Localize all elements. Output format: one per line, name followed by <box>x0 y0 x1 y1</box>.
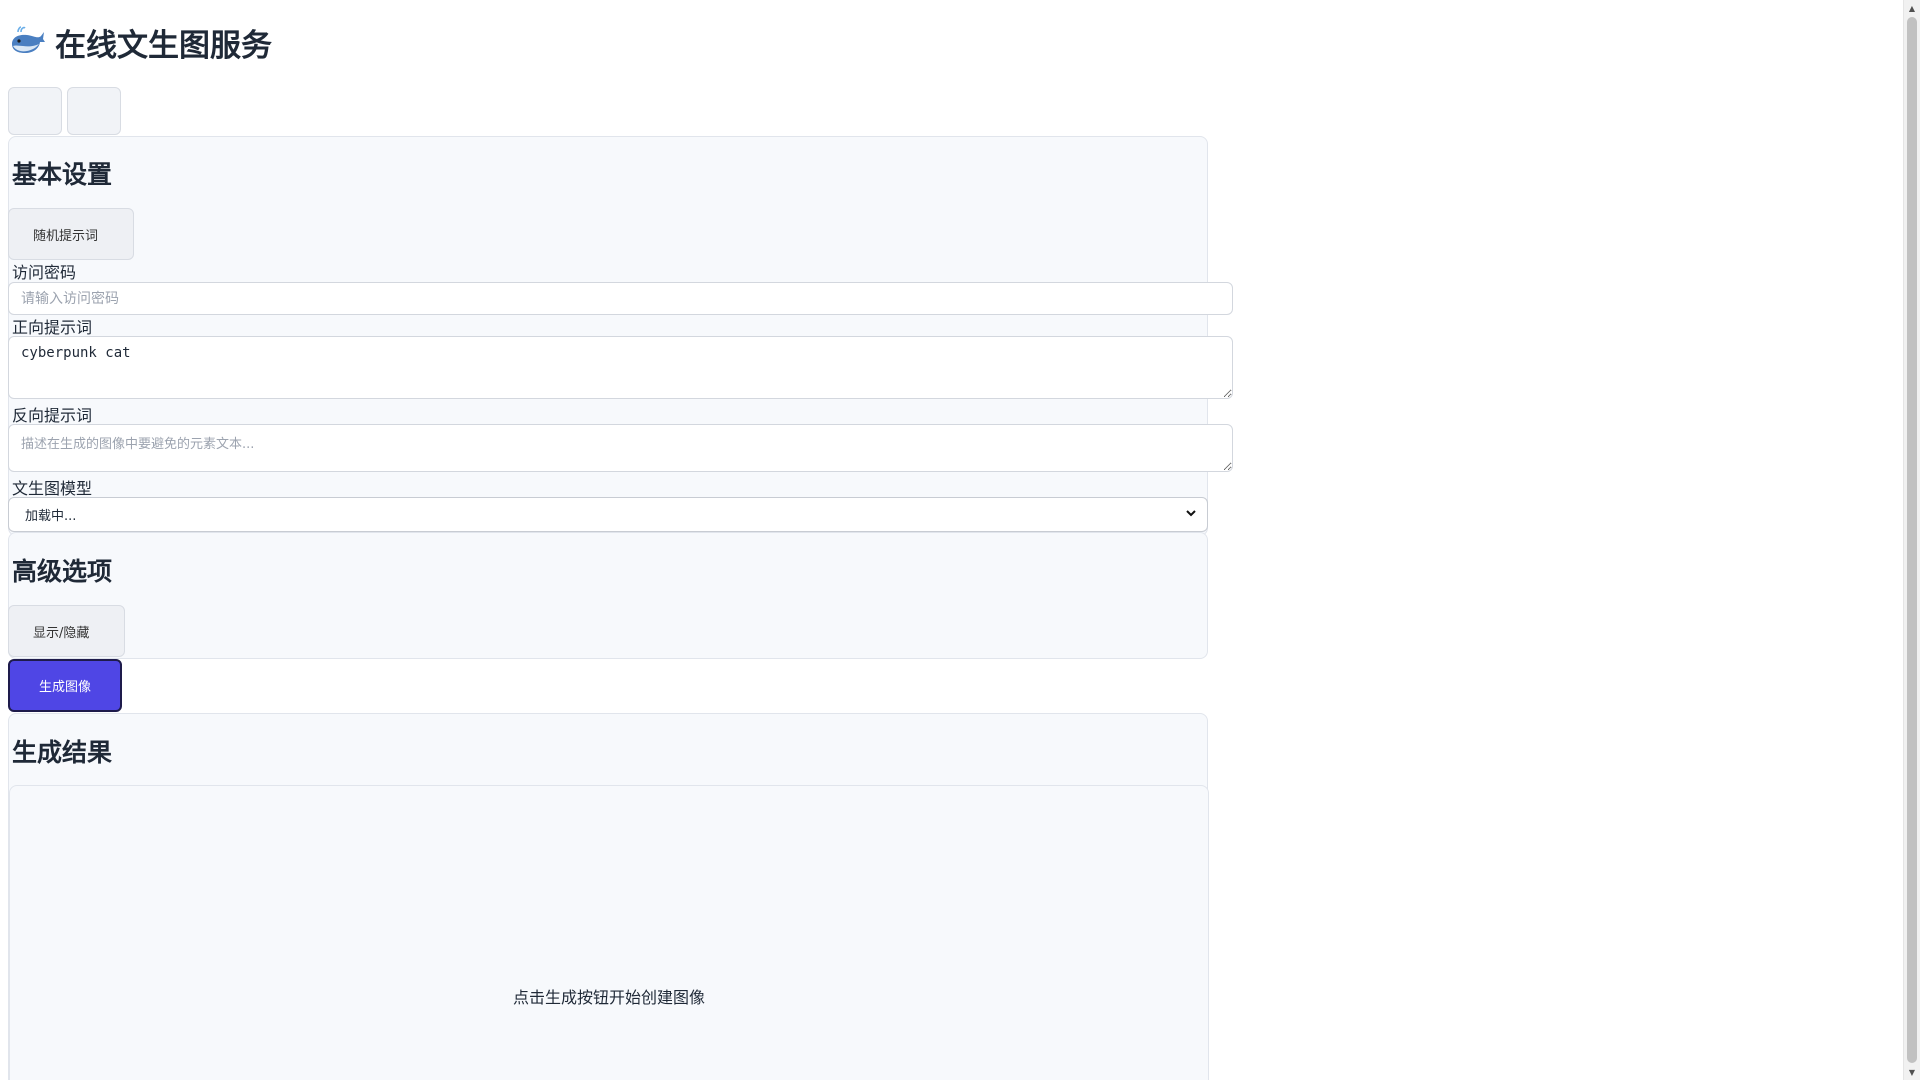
basic-settings-title-text: 基本设置 <box>12 160 113 189</box>
model-select[interactable]: 加载中... <box>8 497 1208 532</box>
toggle-advanced-button[interactable]: 显示/隐藏 <box>8 605 125 657</box>
password-label-text: 访问密码 <box>12 263 77 282</box>
toolbar-button-a[interactable] <box>8 87 62 135</box>
advanced-options-title: 高级选项 <box>8 552 112 588</box>
password-input[interactable] <box>8 282 1233 315</box>
toolbar-button-b[interactable] <box>67 87 121 135</box>
result-hint-text: 点击生成按钮开始创建图像 <box>513 988 706 1007</box>
positive-prompt-textarea[interactable]: cyberpunk cat <box>8 336 1233 399</box>
result-image-area <box>9 785 1209 1080</box>
generate-image-button[interactable]: 生成图像 <box>8 659 122 712</box>
result-title-text: 生成结果 <box>12 738 113 767</box>
model-label-text: 文生图模型 <box>12 479 93 498</box>
advanced-options-title-text: 高级选项 <box>12 557 113 586</box>
scrollbar-thumb[interactable] <box>1907 17 1917 1063</box>
model-select-value: 加载中... <box>25 509 77 524</box>
vertical-scrollbar[interactable]: ▲ ▼ <box>1903 0 1920 1080</box>
scroll-up-icon[interactable]: ▲ <box>1904 0 1920 16</box>
app-title-text: 在线文生图服务 <box>55 27 272 64</box>
model-label: 文生图模型 <box>8 475 92 499</box>
page: 在线文生图服务 基本设置 随机提示词 访问密码 正向提示词 cyberpunk … <box>0 0 1904 1080</box>
scroll-down-icon[interactable]: ▼ <box>1904 1064 1920 1080</box>
basic-settings-title: 基本设置 <box>8 155 112 191</box>
random-prompt-button[interactable]: 随机提示词 <box>8 208 134 260</box>
advanced-options-panel <box>8 532 1208 659</box>
negative-prompt-label: 反向提示词 <box>8 402 92 426</box>
whale-logo-icon <box>9 24 47 60</box>
app-title: 在线文生图服务 <box>9 20 272 64</box>
negative-prompt-textarea[interactable] <box>8 424 1233 472</box>
positive-prompt-label-text: 正向提示词 <box>12 318 93 337</box>
result-title: 生成结果 <box>8 733 112 769</box>
chevron-down-icon <box>1185 507 1197 519</box>
positive-prompt-label: 正向提示词 <box>8 314 92 338</box>
negative-prompt-label-text: 反向提示词 <box>12 406 93 425</box>
password-label: 访问密码 <box>8 259 76 283</box>
